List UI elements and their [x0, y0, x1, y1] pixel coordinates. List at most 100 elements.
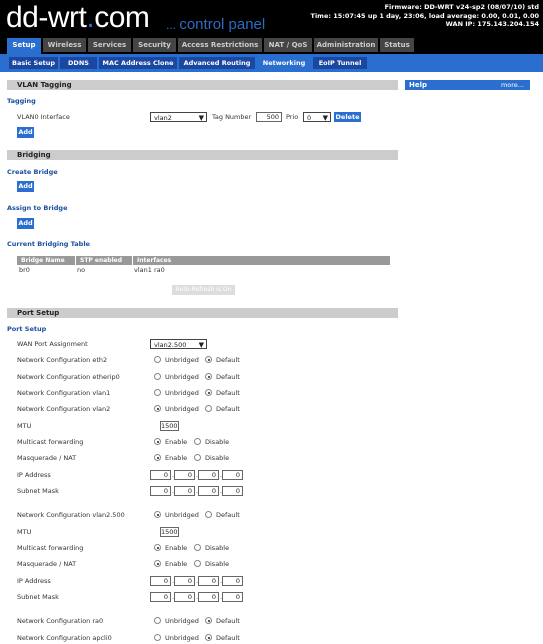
mtu-label: MTU [17, 422, 32, 430]
sub-nav: Basic Setup DDNS MAC Address Clone Advan… [0, 54, 543, 72]
tab-wireless[interactable]: Wireless [43, 38, 86, 52]
ip2-octet-4[interactable]: 0 [222, 576, 243, 586]
help-more-link[interactable]: more... [501, 80, 524, 90]
help-panel: Help more... [405, 80, 530, 90]
tab-nat-qos[interactable]: NAT / QoS [264, 38, 312, 52]
chevron-down-icon: ▼ [198, 114, 204, 122]
port-setup-header: Port Setup [7, 308, 398, 318]
masquerade2-disable-radio[interactable] [194, 560, 201, 567]
multicast-disable-radio[interactable] [194, 438, 201, 445]
vlan0-interface-select[interactable]: vlan2 ▼ [150, 112, 207, 122]
tagging-subtitle: Tagging [7, 97, 36, 105]
vlan1-unbridged-text: Unbridged [165, 389, 199, 397]
vlan-add-button[interactable]: Add [17, 127, 34, 138]
apcli0-unbridged-radio[interactable] [154, 634, 161, 641]
apcli0-default-radio[interactable] [205, 634, 212, 641]
create-bridge-subtitle: Create Bridge [7, 168, 58, 176]
ra0-default-radio[interactable] [205, 617, 212, 624]
masquerade-disable-text: Disable [205, 454, 230, 462]
mask2-octet-3[interactable]: 0 [198, 592, 219, 602]
mask-octet-3[interactable]: 0 [198, 486, 219, 496]
net-config-ra0-label: Network Configuration ra0 [17, 617, 104, 625]
mask2-octet-4[interactable]: 0 [222, 592, 243, 602]
multicast2-enable-radio[interactable] [154, 544, 161, 551]
chevron-down-icon: ▼ [322, 114, 328, 122]
eth2-unbridged-text: Unbridged [165, 356, 199, 364]
bridging-header: Bridging [7, 150, 398, 160]
help-title: Help [409, 81, 428, 89]
eth2-unbridged-radio[interactable] [154, 356, 161, 363]
subtab-ddns[interactable]: DDNS [60, 57, 97, 69]
subtab-advanced-routing[interactable]: Advanced Routing [179, 57, 255, 69]
tab-setup[interactable]: Setup [7, 38, 41, 54]
tab-administration[interactable]: Administration [314, 38, 378, 52]
vlan2-unbridged-text: Unbridged [165, 405, 199, 413]
auto-refresh-button[interactable]: Auto-Refresh is On [172, 285, 235, 295]
subnet-mask2-label: Subnet Mask [17, 593, 59, 601]
wan-port-select[interactable]: vlan2.500 ▼ [150, 339, 207, 349]
assign-bridge-add-button[interactable]: Add [17, 218, 34, 229]
masquerade-disable-radio[interactable] [194, 454, 201, 461]
etherip0-unbridged-radio[interactable] [154, 373, 161, 380]
col-bridge-name: Bridge Name [17, 256, 75, 265]
ip-address2-label: IP Address [17, 577, 51, 585]
multicast-enable-radio[interactable] [154, 438, 161, 445]
mask2-octet-1[interactable]: 0 [150, 592, 171, 602]
mtu2-input[interactable]: 1500 [160, 527, 179, 537]
net-config-vlan1-label: Network Configuration vlan1 [17, 389, 111, 397]
ra0-unbridged-radio[interactable] [154, 617, 161, 624]
tab-security[interactable]: Security [133, 38, 176, 52]
table-cell-bridge-name: br0 [19, 266, 30, 274]
chevron-down-icon: ▼ [198, 341, 204, 349]
mask-octet-1[interactable]: 0 [150, 486, 171, 496]
current-bridging-table-title: Current Bridging Table [7, 240, 90, 248]
ip2-octet-2[interactable]: 0 [174, 576, 195, 586]
vlan2-unbridged-radio[interactable] [154, 405, 161, 412]
subtab-mac-address-clone[interactable]: MAC Address Clone [99, 57, 177, 69]
multicast-label: Multicast forwarding [17, 438, 84, 446]
ip2-octet-3[interactable]: 0 [198, 576, 219, 586]
ip-octet-1[interactable]: 0 [150, 470, 171, 480]
wan-port-value: vlan2.500 [154, 341, 187, 349]
multicast2-disable-radio[interactable] [194, 544, 201, 551]
etherip0-unbridged-text: Unbridged [165, 373, 199, 381]
masquerade2-enable-radio[interactable] [154, 560, 161, 567]
vlan2-500-unbridged-radio[interactable] [154, 511, 161, 518]
subtab-networking[interactable]: Networking [257, 57, 311, 69]
subtab-eoip-tunnel[interactable]: EoIP Tunnel [313, 57, 367, 69]
eth2-default-text: Default [216, 356, 240, 364]
delete-button[interactable]: Delete [334, 112, 361, 122]
prio-select[interactable]: 0 ▼ [303, 112, 331, 122]
vlan2-500-unbridged-text: Unbridged [165, 511, 199, 519]
mask-octet-2[interactable]: 0 [174, 486, 195, 496]
ip2-octet-1[interactable]: 0 [150, 576, 171, 586]
vlan2-500-default-radio[interactable] [205, 511, 212, 518]
tab-access-restrictions[interactable]: Access Restrictions [178, 38, 262, 52]
net-config-etherip0-label: Network Configuration etherip0 [17, 373, 120, 381]
subtab-basic-setup[interactable]: Basic Setup [9, 57, 58, 69]
mtu-input[interactable]: 1500 [160, 421, 179, 431]
ip-octet-3[interactable]: 0 [198, 470, 219, 480]
masquerade-label: Masquerade / NAT [17, 454, 77, 462]
firmware-version: Firmware: DD-WRT v24-sp2 (08/07/10) std [384, 3, 539, 11]
ip-octet-4[interactable]: 0 [222, 470, 243, 480]
etherip0-default-radio[interactable] [205, 373, 212, 380]
table-cell-stp: no [77, 266, 86, 274]
create-bridge-add-button[interactable]: Add [17, 181, 34, 192]
vlan2-default-radio[interactable] [205, 405, 212, 412]
ip-octet-2[interactable]: 0 [174, 470, 195, 480]
multicast-disable-text: Disable [205, 438, 230, 446]
vlan0-interface-value: vlan2 [154, 114, 172, 122]
eth2-default-radio[interactable] [205, 356, 212, 363]
vlan1-unbridged-radio[interactable] [154, 389, 161, 396]
mask2-octet-2[interactable]: 0 [174, 592, 195, 602]
tag-number-input[interactable]: 500 [256, 112, 282, 122]
mask-octet-4[interactable]: 0 [222, 486, 243, 496]
masquerade-enable-radio[interactable] [154, 454, 161, 461]
tab-services[interactable]: Services [88, 38, 131, 52]
apcli0-default-text: Default [216, 634, 240, 642]
tab-status[interactable]: Status [380, 38, 414, 52]
control-panel-title: ... control panel [166, 16, 266, 33]
vlan1-default-radio[interactable] [205, 389, 212, 396]
apcli0-unbridged-text: Unbridged [165, 634, 199, 642]
